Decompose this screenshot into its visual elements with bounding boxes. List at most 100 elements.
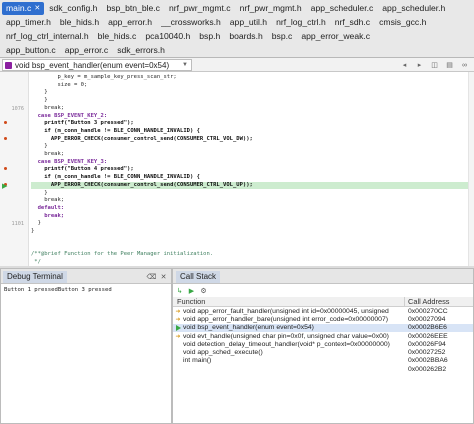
code-text: } — [31, 97, 48, 104]
code-text: } — [31, 228, 35, 234]
close-icon[interactable]: ✕ — [159, 272, 168, 281]
split-view-icon[interactable]: ▤ — [444, 60, 455, 70]
step-icon[interactable]: ↳ — [175, 286, 184, 295]
code-line[interactable]: } — [31, 228, 474, 236]
settings-icon[interactable]: ⚙ — [199, 286, 208, 295]
code-line[interactable]: if (m_conn_handle != BLE_CONN_HANDLE_INV… — [31, 128, 474, 136]
run-to-icon[interactable]: ▶ — [187, 286, 196, 295]
code-line[interactable]: break; — [31, 151, 474, 159]
tab-file[interactable]: app_error.h — [104, 16, 156, 29]
code-line[interactable]: printf("Button 3 pressed"); — [31, 120, 474, 128]
breakpoint-marker[interactable] — [4, 136, 7, 140]
code-line[interactable]: } — [31, 143, 474, 151]
editor-vertical-scrollbar[interactable] — [468, 72, 474, 266]
close-tab-icon[interactable]: ✕ — [34, 4, 40, 12]
tab-file[interactable]: pca10040.h — [141, 30, 194, 43]
navigate-forward-icon[interactable]: ▸ — [414, 60, 425, 70]
call-stack-row[interactable]: void detection_delay_timeout_handler(voi… — [173, 340, 473, 348]
glasses-icon[interactable]: ∞ — [459, 60, 470, 70]
code-line[interactable]: if (m_conn_handle != BLE_CONN_HANDLE_INV… — [31, 174, 474, 182]
breakpoint-marker[interactable] — [4, 167, 7, 171]
tab-file[interactable]: nrf_pwr_mgmt.c — [165, 2, 235, 15]
tab-file[interactable]: main.c ✕ — [2, 1, 45, 15]
tab-file[interactable]: app_timer.h — [2, 16, 55, 29]
code-line[interactable]: } — [31, 190, 474, 198]
call-stack-row[interactable]: ➜ void app_error_handler_bare(unsigned in… — [173, 315, 473, 323]
tab-file[interactable]: ble_hids.h — [56, 16, 103, 29]
column-header-call-address[interactable]: Call Address — [405, 297, 473, 306]
tab-file[interactable]: bsp_btn_ble.c — [102, 2, 164, 15]
code-editor[interactable]: 1076 1101 ▶ p_key = m_sample_key_press_sca… — [0, 72, 474, 266]
tab-debug-terminal[interactable]: Debug Terminal — [3, 271, 67, 283]
tab-file[interactable]: sdk_errors.h — [113, 44, 169, 57]
code-text: /**@brief Function for the Peer Manager … — [31, 251, 214, 258]
tab-file[interactable]: app_button.c — [2, 44, 60, 57]
tab-file[interactable]: nrf_pwr_mgmt.h — [236, 2, 306, 15]
current-code-line[interactable]: APP_ERROR_CHECK(consumer_control_send(CO… — [31, 181, 474, 190]
code-line[interactable]: p_key = m_sample_key_press_scan_str; — [31, 74, 474, 82]
code-line[interactable]: /**@brief Function for the Peer Manager … — [31, 251, 474, 259]
column-header-function[interactable]: Function — [173, 297, 405, 306]
code-area[interactable]: p_key = m_sample_key_press_scan_str; siz… — [31, 72, 474, 266]
tab-call-stack[interactable]: Call Stack — [176, 271, 221, 283]
code-line[interactable]: break; — [31, 213, 474, 221]
code-line[interactable]: size = 0; — [31, 82, 474, 90]
code-line[interactable]: } — [31, 220, 474, 228]
call-stack-row[interactable]: ➜ void evt_handle(unsigned char pin=0x0f,… — [173, 332, 473, 340]
tab-file[interactable]: nrf_log_ctrl_internal.h — [2, 30, 93, 43]
tab-label: app_scheduler.h — [382, 3, 446, 13]
debug-terminal-header: Debug Terminal ⌫ ✕ — [1, 269, 171, 284]
tab-file[interactable]: boards.h — [225, 30, 266, 43]
tab-file[interactable]: app_scheduler.h — [378, 2, 449, 15]
call-stack-row[interactable]: 0x000262B2 — [173, 365, 473, 373]
code-line[interactable]: */ — [31, 259, 474, 266]
call-stack-address: 0x000262B2 — [408, 365, 447, 373]
function-selector[interactable]: void bsp_event_handler(enum event=0x54) … — [2, 59, 192, 71]
call-stack-address: 0x0002B6E6 — [408, 324, 447, 332]
tab-file[interactable]: sdk_config.h — [45, 2, 101, 15]
tab-file[interactable]: cmsis_gcc.h — [375, 16, 430, 29]
call-stack-table: Function Call Address ➜ void app_error_fa… — [173, 297, 473, 373]
navigate-back-icon[interactable]: ◂ — [399, 60, 410, 70]
clear-icon[interactable]: ⌫ — [147, 272, 157, 281]
tab-file[interactable]: __crossworks.h — [157, 16, 225, 29]
code-line[interactable]: APP_ERROR_CHECK(consumer_control_send(CO… — [31, 136, 474, 144]
tab-file[interactable]: bsp.h — [195, 30, 224, 43]
tab-label: cmsis_gcc.h — [379, 17, 427, 27]
bookmark-icon[interactable]: ◫ — [429, 60, 440, 70]
tab-file[interactable]: app_util.h — [226, 16, 271, 29]
function-selector-value: void bsp_event_handler(enum event=0x54) — [15, 60, 170, 70]
tab-file[interactable]: ble_hids.c — [94, 30, 141, 43]
call-stack-row[interactable]: void bsp_event_handler(enum event=0x54) 0… — [173, 323, 473, 332]
tab-file[interactable]: app_scheduler.c — [307, 2, 378, 15]
code-line[interactable]: break; — [31, 197, 474, 205]
code-line[interactable] — [31, 236, 474, 244]
tab-file[interactable]: nrf_log_ctrl.h — [272, 16, 330, 29]
code-line[interactable] — [31, 243, 474, 251]
tab-file[interactable]: bsp.c — [268, 30, 297, 43]
code-line[interactable]: case BSP_EVENT_KEY_3: — [31, 159, 474, 167]
file-tab-strip: main.c ✕ sdk_config.h bsp_btn_ble.c nrf_pwr_… — [0, 0, 474, 58]
call-stack-address: 0x00026EEE — [408, 332, 448, 340]
code-line[interactable]: case BSP_EVENT_KEY_2: — [31, 113, 474, 121]
debug-terminal-panel: Debug Terminal ⌫ ✕ Button 1 pressedButto… — [0, 268, 172, 424]
code-line[interactable]: } — [31, 89, 474, 97]
code-line[interactable]: } — [31, 97, 474, 105]
tab-label: nrf_log_ctrl.h — [276, 17, 326, 27]
breakpoint-marker[interactable] — [4, 121, 7, 125]
tab-row-2: app_timer.h ble_hids.h app_error.h __crossw… — [2, 15, 431, 29]
tab-label: sdk_config.h — [49, 3, 98, 13]
tab-file[interactable]: app_error_weak.c — [297, 30, 374, 43]
tab-file[interactable]: app_error.c — [61, 44, 112, 57]
code-text: printf("Button 4 pressed"); — [31, 166, 134, 173]
line-number-gutter[interactable]: 1076 1101 ▶ — [0, 72, 29, 266]
call-stack-row[interactable]: ➜ void app_error_fault_handler(unsigned i… — [173, 307, 473, 315]
tab-file[interactable]: nrf_sdh.c — [331, 16, 374, 29]
code-text: if (m_conn_handle != BLE_CONN_HANDLE_INV… — [31, 174, 200, 181]
call-stack-row[interactable]: int main() 0x0002BBA6 — [173, 357, 473, 365]
call-stack-row[interactable]: void app_sched_execute() 0x00027252 — [173, 348, 473, 356]
call-stack-rows: ➜ void app_error_fault_handler(unsigned i… — [173, 307, 473, 373]
code-line[interactable]: break; — [31, 105, 474, 113]
code-line[interactable]: default: — [31, 205, 474, 213]
code-line[interactable]: printf("Button 4 pressed"); — [31, 166, 474, 174]
